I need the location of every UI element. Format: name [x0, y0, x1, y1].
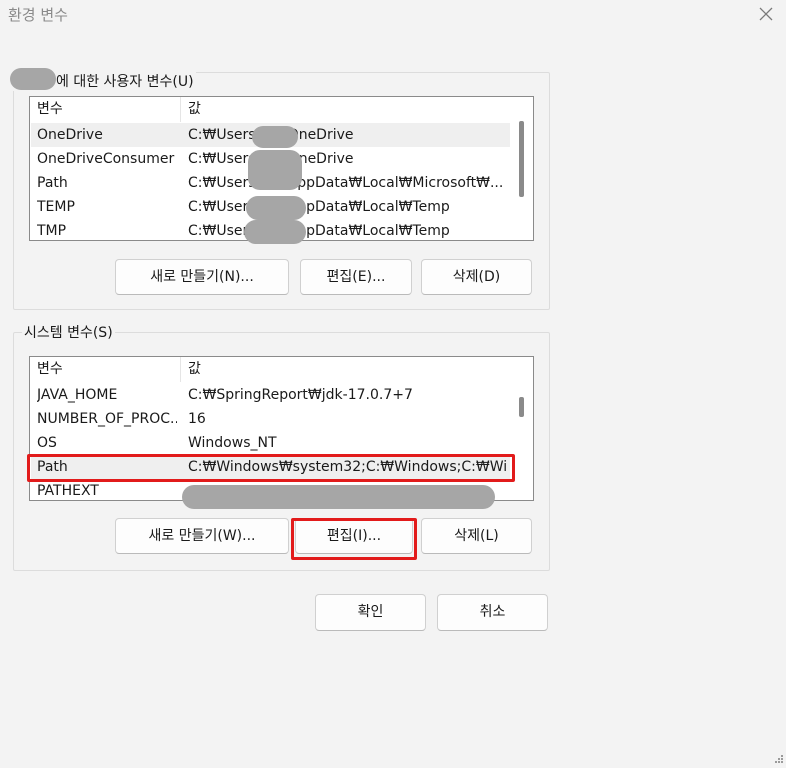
user-list-header: 변수 값: [30, 97, 533, 122]
variable-name-cell: OneDriveConsumer: [37, 151, 175, 167]
redacted-username: [248, 150, 302, 190]
close-icon: [759, 7, 773, 21]
system-variables-list[interactable]: 변수 값 JAVA_HOME C:₩SpringReport₩jdk-17.0.7…: [29, 356, 534, 501]
close-button[interactable]: [750, 0, 782, 28]
variable-value-cell: C:₩Users₩ ₩AppData₩Local₩Temp: [188, 199, 450, 215]
system-delete-button[interactable]: 삭제(L): [421, 518, 532, 554]
variable-value-cell: C:₩Users₩ ₩OneDrive: [188, 127, 354, 143]
variable-value-cell: C:₩Users₩ ₩AppData₩Local₩Temp: [188, 223, 450, 239]
user-list-scrollthumb[interactable]: [519, 121, 524, 197]
column-header-value[interactable]: 값: [180, 97, 511, 122]
system-list-header: 변수 값: [30, 357, 533, 382]
variable-name-cell: Path: [37, 175, 68, 191]
system-new-button[interactable]: 새로 만들기(W)...: [115, 518, 289, 554]
variable-value-cell: C:₩Users₩ ₩OneDrive: [188, 151, 354, 167]
variable-value-cell: C:₩Users₩ ₩AppData₩Local₩Microsoft₩...: [188, 175, 504, 191]
table-row[interactable]: Path C:₩Windows₩system32;C:₩Windows;C:₩Wi…: [31, 455, 510, 479]
table-row[interactable]: OS Windows_NT: [31, 431, 510, 455]
redacted-username: [10, 68, 56, 90]
window-title: 환경 변수: [8, 6, 68, 24]
variable-value-cell: Windows_NT: [188, 435, 277, 451]
table-row[interactable]: JAVA_HOME C:₩SpringReport₩jdk-17.0.7+7: [31, 383, 510, 407]
redacted-username: [246, 196, 306, 220]
system-edit-button[interactable]: 편집(I)...: [295, 518, 413, 554]
redacted-value: [182, 485, 495, 509]
table-row[interactable]: NUMBER_OF_PROC... 16: [31, 407, 510, 431]
user-list-scrollbar[interactable]: [511, 97, 533, 240]
variable-name-cell: OneDrive: [37, 127, 103, 143]
variable-name-cell: NUMBER_OF_PROC...: [37, 411, 177, 427]
system-list-scrollthumb[interactable]: [519, 397, 524, 417]
variable-name-cell: PATHEXT: [37, 483, 99, 499]
column-header-variable[interactable]: 변수: [30, 97, 180, 122]
system-variables-label: 시스템 변수(S): [22, 324, 115, 342]
user-variables-label: 에 대한 사용자 변수(U): [8, 64, 196, 91]
cancel-button[interactable]: 취소: [437, 594, 548, 631]
variable-value-cell: C:₩SpringReport₩jdk-17.0.7+7: [188, 387, 413, 403]
variable-value-cell: 16: [188, 411, 206, 427]
column-header-variable[interactable]: 변수: [30, 357, 180, 382]
variable-name-cell: Path: [37, 459, 68, 475]
variable-name-cell: TMP: [37, 223, 67, 239]
redacted-username: [252, 126, 298, 148]
user-delete-button[interactable]: 삭제(D): [421, 259, 532, 295]
ok-button[interactable]: 확인: [315, 594, 426, 631]
redacted-username: [244, 220, 306, 244]
system-list-scrollbar[interactable]: [511, 357, 533, 500]
variable-name-cell: OS: [37, 435, 57, 451]
title-bar: 환경 변수: [0, 0, 786, 32]
variable-value-cell: C:₩Windows₩system32;C:₩Windows;C:₩Win...: [188, 459, 508, 475]
variable-name-cell: TEMP: [37, 199, 75, 215]
user-edit-button[interactable]: 편집(E)...: [300, 259, 412, 295]
variable-name-cell: JAVA_HOME: [37, 387, 118, 403]
column-header-value[interactable]: 값: [180, 357, 511, 382]
user-new-button[interactable]: 새로 만들기(N)...: [115, 259, 289, 295]
resize-grip-icon[interactable]: [772, 754, 784, 766]
